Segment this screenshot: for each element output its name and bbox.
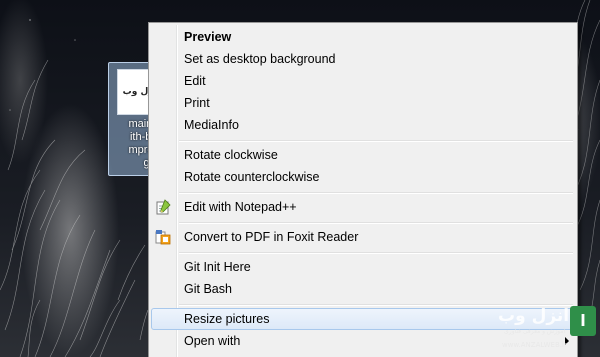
foxit-reader-icon [155, 230, 171, 245]
menu-item-label: Resize pictures [184, 312, 270, 326]
menu-item-preview[interactable]: Preview [151, 26, 575, 48]
menu-item-label: Rotate counterclockwise [184, 170, 320, 184]
menu-separator [179, 252, 573, 254]
watermark-logo-icon: ا [570, 306, 596, 336]
menu-item-label: Git Init Here [184, 260, 251, 274]
watermark-tagline: آموزش و معرفی فناوری [504, 328, 566, 335]
menu-item-label: Git Bash [184, 282, 232, 296]
menu-item-rotate-counterclockwise[interactable]: Rotate counterclockwise [151, 166, 575, 188]
menu-item-label: Rotate clockwise [184, 148, 278, 162]
menu-item-mediainfo[interactable]: MediaInfo [151, 114, 575, 136]
menu-separator [179, 192, 573, 194]
menu-item-edit-with-notepad[interactable]: Edit with Notepad++ [151, 196, 575, 218]
menu-item-set-desktop-background[interactable]: Set as desktop background [151, 48, 575, 70]
desktop: انزل وب main-lo ith-bac mpress g Preview Se… [0, 0, 600, 357]
watermark-brand: انزل وب [498, 306, 570, 326]
menu-item-label: MediaInfo [184, 118, 239, 132]
menu-item-label: Open with [184, 334, 241, 348]
menu-item-git-bash[interactable]: Git Bash [151, 278, 575, 300]
menu-item-label: Set as desktop background [184, 52, 336, 66]
notepad-plus-plus-icon [156, 199, 171, 215]
menu-item-label: Print [184, 96, 210, 110]
menu-item-print[interactable]: Print [151, 92, 575, 114]
menu-item-edit[interactable]: Edit [151, 70, 575, 92]
menu-separator [179, 140, 573, 142]
menu-item-rotate-clockwise[interactable]: Rotate clockwise [151, 144, 575, 166]
menu-item-label: Edit [184, 74, 206, 88]
watermark-site: www.ANZALWEB.ir [502, 341, 567, 349]
menu-separator [179, 222, 573, 224]
menu-item-convert-to-pdf[interactable]: Convert to PDF in Foxit Reader [151, 226, 575, 248]
menu-item-label: Preview [184, 30, 232, 44]
menu-item-git-init-here[interactable]: Git Init Here [151, 256, 575, 278]
watermark: انزل وب آموزش و معرفی فناوری www.ANZALWE… [498, 304, 600, 354]
menu-item-label: Convert to PDF in Foxit Reader [184, 230, 359, 244]
menu-item-label: Edit with Notepad++ [184, 200, 297, 214]
